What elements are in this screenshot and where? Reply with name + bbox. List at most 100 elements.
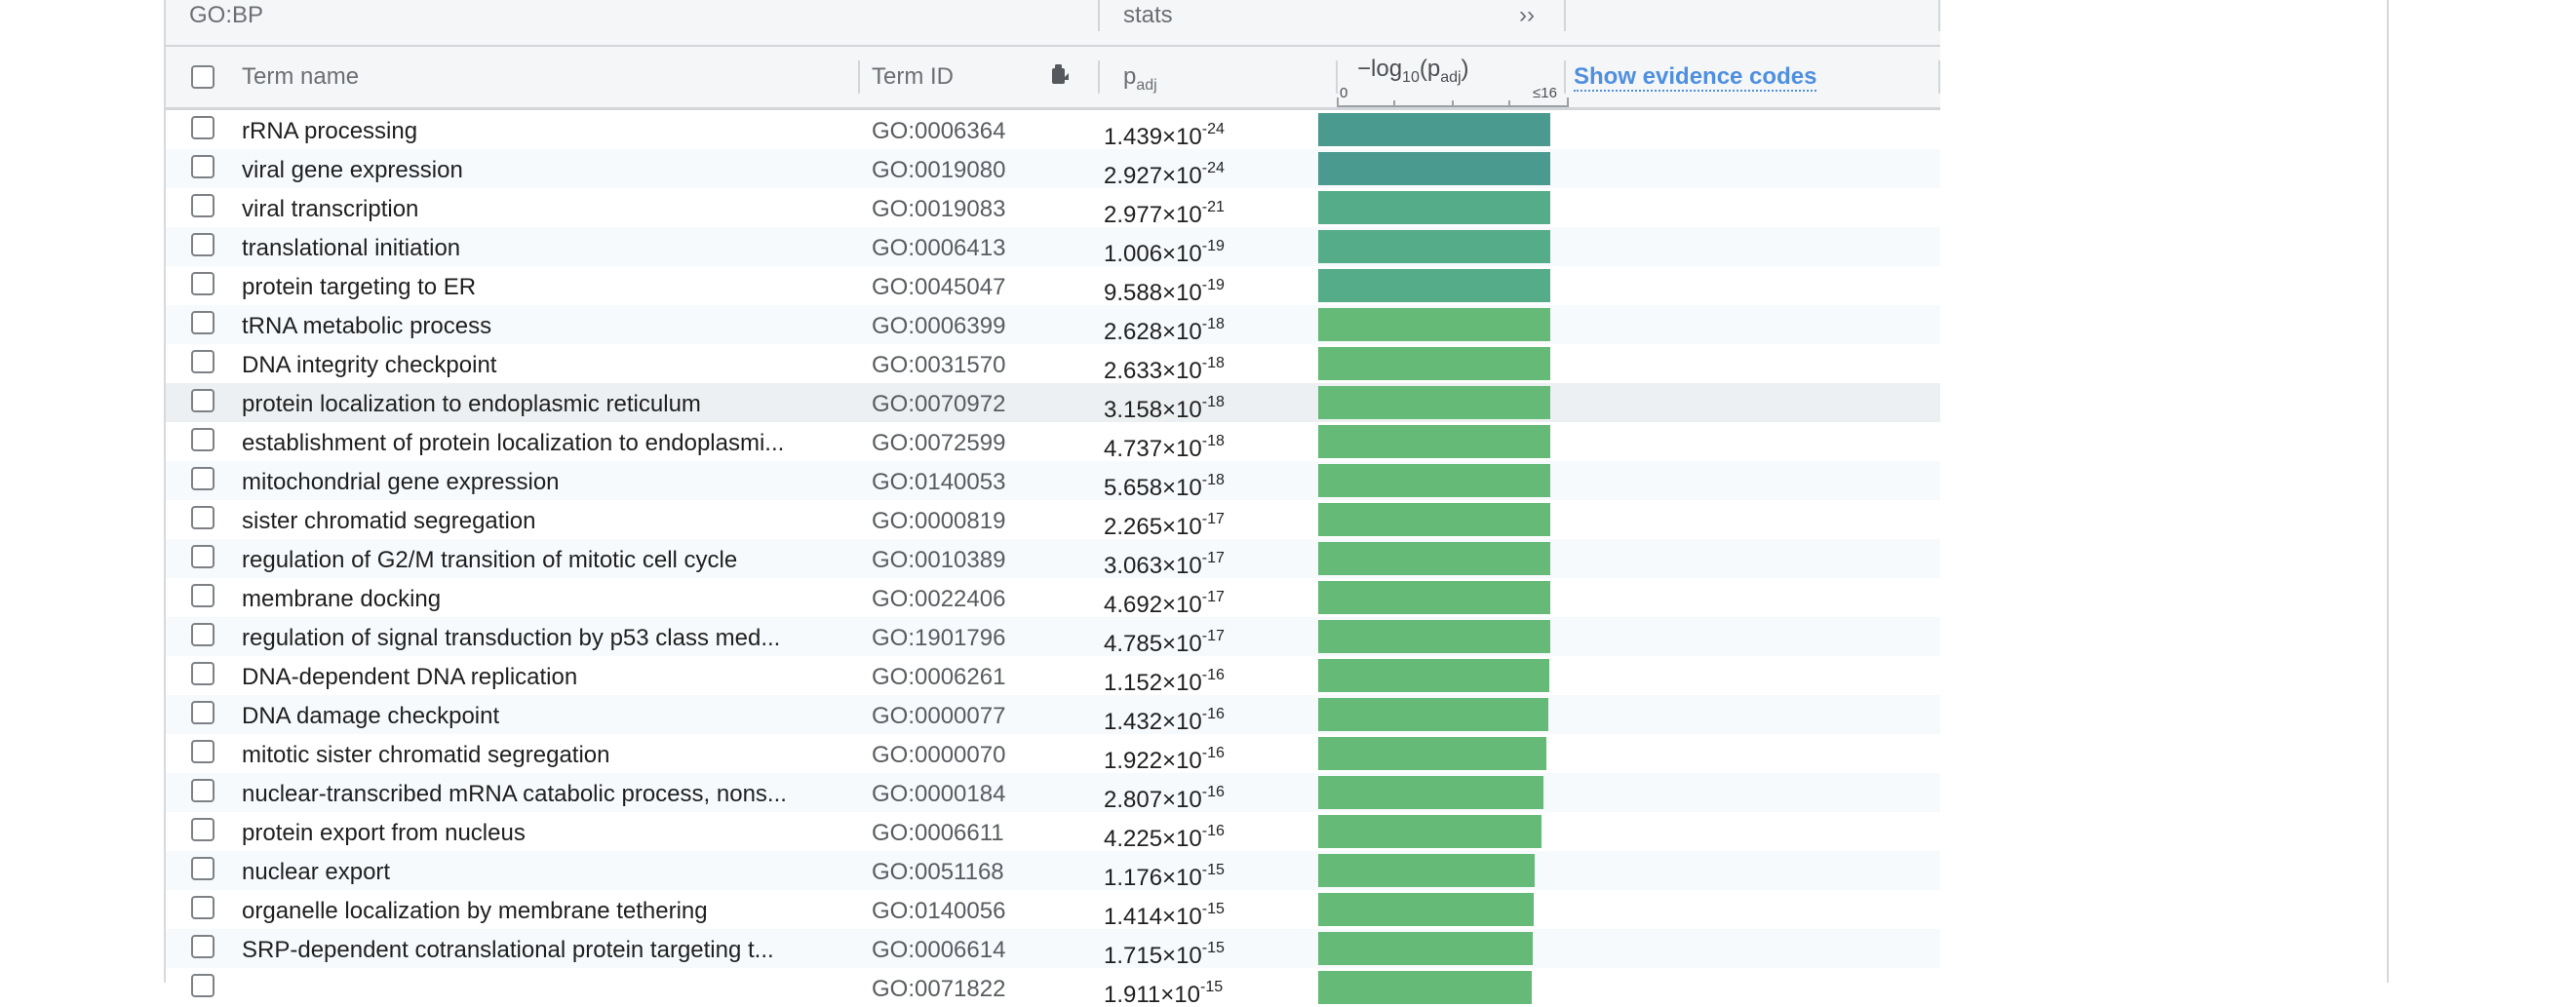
significance-bar bbox=[1318, 386, 1550, 419]
table-row[interactable]: organelle localization by membrane tethe… bbox=[166, 890, 1940, 929]
row-checkbox[interactable] bbox=[191, 896, 215, 919]
term-id[interactable]: GO:0072599 bbox=[872, 422, 1067, 461]
padj-value: 4.785×10-17 bbox=[1104, 617, 1308, 656]
term-id[interactable]: GO:0006413 bbox=[872, 227, 1067, 266]
row-checkbox[interactable] bbox=[191, 194, 215, 217]
padj-value: 3.158×10-18 bbox=[1104, 383, 1308, 422]
padj-mantissa: 2.927×10 bbox=[1104, 163, 1202, 188]
row-checkbox[interactable] bbox=[191, 740, 215, 763]
table-row[interactable]: establishment of protein localization to… bbox=[166, 422, 1940, 461]
significance-bar bbox=[1318, 464, 1550, 497]
table-row[interactable]: mitochondrial gene expression GO:0140053 5… bbox=[166, 461, 1940, 500]
table-row[interactable]: protein localization to endoplasmic reti… bbox=[166, 383, 1940, 422]
table-row[interactable]: protein targeting to ER GO:0045047 9.588×1… bbox=[166, 266, 1940, 305]
scale-max-label: ≤16 bbox=[1533, 85, 1557, 101]
padj-exponent: -17 bbox=[1201, 589, 1225, 605]
select-all-checkbox[interactable] bbox=[191, 65, 215, 89]
row-checkbox[interactable] bbox=[191, 272, 215, 295]
table-row[interactable]: protein export from nucleus GO:0006611 4.2… bbox=[166, 812, 1940, 851]
column-divider bbox=[1938, 60, 1940, 94]
term-id[interactable]: GO:0006261 bbox=[872, 656, 1067, 695]
row-checkbox[interactable] bbox=[191, 623, 215, 646]
table-row[interactable]: DNA damage checkpoint GO:0000077 1.432×10-… bbox=[166, 695, 1940, 734]
table-row[interactable]: regulation of G2/M transition of mitotic… bbox=[166, 539, 1940, 578]
term-id[interactable]: GO:0071822 bbox=[872, 968, 1067, 1007]
row-checkbox[interactable] bbox=[191, 935, 215, 958]
padj-mantissa: 1.922×10 bbox=[1104, 748, 1202, 773]
padj-exponent: -16 bbox=[1201, 823, 1225, 839]
term-id[interactable]: GO:0045047 bbox=[872, 266, 1067, 305]
padj-value: 2.977×10-21 bbox=[1104, 188, 1308, 227]
term-id[interactable]: GO:0070972 bbox=[872, 383, 1067, 422]
neglog-prefix: −log bbox=[1357, 56, 1403, 82]
row-checkbox[interactable] bbox=[191, 545, 215, 568]
table-row[interactable]: sister chromatid segregation GO:0000819 2.… bbox=[166, 500, 1940, 539]
row-checkbox[interactable] bbox=[191, 584, 215, 607]
term-id[interactable]: GO:0000819 bbox=[872, 500, 1067, 539]
table-row[interactable]: viral transcription GO:0019083 2.977×10-21 bbox=[166, 188, 1940, 227]
row-checkbox[interactable] bbox=[191, 155, 215, 178]
term-id[interactable]: GO:0000184 bbox=[872, 773, 1067, 812]
row-checkbox[interactable] bbox=[191, 857, 215, 880]
term-id[interactable]: GO:0010389 bbox=[872, 539, 1067, 578]
table-row[interactable]: GO:0071822 1.911×10-15 bbox=[166, 968, 1940, 1007]
table-row[interactable]: nuclear export GO:0051168 1.176×10-15 bbox=[166, 851, 1940, 890]
term-id[interactable]: GO:0000077 bbox=[872, 695, 1067, 734]
term-id[interactable]: GO:0006614 bbox=[872, 929, 1067, 968]
table-row[interactable]: rRNA processing GO:0006364 1.439×10-24 bbox=[166, 110, 1940, 149]
table-row[interactable]: translational initiation GO:0006413 1.006×… bbox=[166, 227, 1940, 266]
table-row[interactable]: membrane docking GO:0022406 4.692×10-17 bbox=[166, 578, 1940, 617]
term-id[interactable]: GO:0019080 bbox=[872, 149, 1067, 188]
row-checkbox[interactable] bbox=[191, 350, 215, 373]
row-checkbox[interactable] bbox=[191, 311, 215, 334]
row-checkbox[interactable] bbox=[191, 116, 215, 139]
padj-value: 1.911×10-15 bbox=[1104, 968, 1308, 1007]
padj-exponent: -18 bbox=[1201, 472, 1225, 488]
significance-bar bbox=[1318, 152, 1550, 185]
term-name-header[interactable]: Term name bbox=[242, 47, 359, 107]
padj-value: 1.006×10-19 bbox=[1104, 227, 1308, 266]
table-row[interactable]: mitotic sister chromatid segregation GO:0… bbox=[166, 734, 1940, 773]
row-checkbox[interactable] bbox=[191, 818, 215, 841]
table-row[interactable]: tRNA metabolic process GO:0006399 2.628×10… bbox=[166, 305, 1940, 344]
term-id[interactable]: GO:0022406 bbox=[872, 578, 1067, 617]
significance-bar bbox=[1318, 971, 1532, 1004]
term-id[interactable]: GO:0000070 bbox=[872, 734, 1067, 773]
table-row[interactable]: DNA-dependent DNA replication GO:0006261 1… bbox=[166, 656, 1940, 695]
row-checkbox[interactable] bbox=[191, 389, 215, 412]
column-header: Term name Term ID padj −log10(padj) 0 ≤1… bbox=[166, 47, 1940, 110]
row-checkbox[interactable] bbox=[191, 467, 215, 490]
term-id[interactable]: GO:0140053 bbox=[872, 461, 1067, 500]
table-row[interactable]: viral gene expression GO:0019080 2.927×10-… bbox=[166, 149, 1940, 188]
neglog-close: ) bbox=[1461, 56, 1469, 82]
row-checkbox[interactable] bbox=[191, 233, 215, 256]
row-checkbox[interactable] bbox=[191, 779, 215, 802]
term-id[interactable]: GO:0006399 bbox=[872, 305, 1067, 344]
padj-exponent: -15 bbox=[1201, 862, 1225, 878]
row-checkbox[interactable] bbox=[191, 662, 215, 685]
padj-mantissa: 4.692×10 bbox=[1104, 592, 1202, 617]
expand-icon[interactable]: ›› bbox=[1519, 0, 1535, 45]
term-id[interactable]: GO:0140056 bbox=[872, 890, 1067, 929]
term-id-header[interactable]: Term ID bbox=[872, 47, 954, 107]
term-id[interactable]: GO:0051168 bbox=[872, 851, 1067, 890]
term-id[interactable]: GO:0019083 bbox=[872, 188, 1067, 227]
row-checkbox[interactable] bbox=[191, 506, 215, 529]
row-checkbox[interactable] bbox=[191, 428, 215, 451]
show-evidence-codes-link[interactable]: Show evidence codes bbox=[1574, 63, 1817, 92]
clipboard-icon[interactable] bbox=[1049, 62, 1071, 92]
table-row[interactable]: nuclear-transcribed mRNA catabolic proce… bbox=[166, 773, 1940, 812]
row-checkbox[interactable] bbox=[191, 701, 215, 724]
padj-header[interactable]: padj bbox=[1123, 47, 1157, 107]
row-checkbox[interactable] bbox=[191, 974, 215, 997]
table-row[interactable]: SRP-dependent cotranslational protein ta… bbox=[166, 929, 1940, 968]
scale-min-label: 0 bbox=[1340, 85, 1348, 101]
padj-value: 2.628×10-18 bbox=[1104, 305, 1308, 344]
table-row[interactable]: DNA integrity checkpoint GO:0031570 2.633×… bbox=[166, 344, 1940, 383]
term-id[interactable]: GO:1901796 bbox=[872, 617, 1067, 656]
term-id[interactable]: GO:0031570 bbox=[872, 344, 1067, 383]
term-id[interactable]: GO:0006611 bbox=[872, 812, 1067, 851]
term-id[interactable]: GO:0006364 bbox=[872, 110, 1067, 149]
table-row[interactable]: regulation of signal transduction by p53… bbox=[166, 617, 1940, 656]
padj-exponent: -24 bbox=[1201, 121, 1225, 137]
